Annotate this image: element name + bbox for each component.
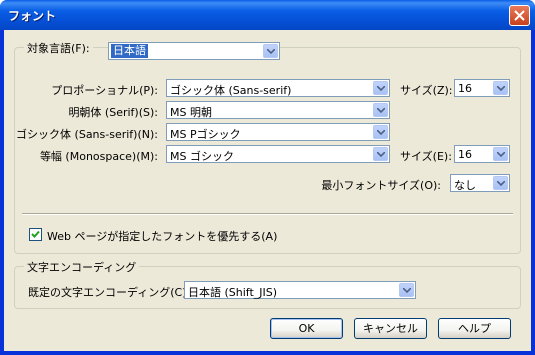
allow-page-fonts-label[interactable]: Web ページが指定したフォントを優先する(A) — [47, 228, 277, 244]
chevron-down-icon — [373, 103, 388, 117]
monospace-select-value: MS ゴシック — [170, 150, 234, 163]
window-title: フォント — [8, 9, 57, 23]
separator — [22, 213, 513, 215]
chevron-down-icon — [493, 81, 508, 95]
allow-page-fonts-checkbox[interactable] — [29, 228, 42, 241]
proportional-label: プロポーショナル(P): — [51, 84, 158, 97]
checkmark-icon — [31, 230, 40, 238]
default-encoding-label: 既定の文字エンコーディング(C): — [28, 286, 191, 299]
chevron-down-icon — [373, 147, 388, 161]
serif-select-value: MS 明朝 — [170, 106, 212, 119]
min-font-size-select[interactable]: なし — [450, 174, 510, 192]
default-encoding-select-value: 日本語 (Shift_JIS) — [188, 286, 278, 299]
ok-button[interactable]: OK — [270, 318, 343, 339]
monospace-label: 等幅 (Monospace)(M): — [39, 150, 158, 163]
title-bar[interactable]: フォント — [0, 0, 535, 30]
size-select-value: 16 — [458, 82, 472, 95]
language-select-value: 日本語 — [111, 44, 148, 58]
serif-select[interactable]: MS 明朝 — [166, 101, 390, 119]
chevron-down-icon — [373, 125, 388, 139]
font-dialog-window: フォント 対象言語(F): 日本語 プロポーショナル(P): ゴシック体 (Sa… — [0, 0, 535, 355]
size-select[interactable]: 16 — [454, 79, 510, 97]
chevron-down-icon — [399, 283, 414, 297]
sans-select-value: MS Pゴシック — [170, 128, 241, 141]
monospace-select[interactable]: MS ゴシック — [166, 145, 390, 163]
min-font-size-label: 最小フォントサイズ(O): — [321, 179, 441, 192]
close-button[interactable] — [509, 5, 530, 26]
proportional-select[interactable]: ゴシック体 (Sans-serif) — [166, 79, 390, 97]
dialog-client-area: 対象言語(F): 日本語 プロポーショナル(P): ゴシック体 (Sans-se… — [4, 30, 531, 351]
chevron-down-icon — [373, 81, 388, 95]
chevron-down-icon — [493, 176, 508, 190]
chevron-down-icon — [493, 147, 508, 161]
proportional-select-value: ゴシック体 (Sans-serif) — [170, 84, 292, 97]
mono-size-select[interactable]: 16 — [454, 145, 510, 163]
min-font-size-select-value: なし — [454, 179, 476, 192]
chevron-down-icon — [263, 44, 278, 58]
serif-label: 明朝体 (Serif)(S): — [68, 106, 158, 119]
close-icon — [514, 10, 525, 21]
language-label: 対象言語(F): — [24, 40, 93, 56]
help-button[interactable]: ヘルプ — [438, 318, 511, 339]
language-select[interactable]: 日本語 — [108, 42, 280, 60]
default-encoding-select[interactable]: 日本語 (Shift_JIS) — [184, 281, 416, 299]
encoding-group-label: 文字エンコーディング — [24, 259, 140, 275]
sans-select[interactable]: MS Pゴシック — [166, 123, 390, 141]
mono-size-select-value: 16 — [458, 148, 472, 161]
size-label: サイズ(Z): — [400, 84, 453, 97]
mono-size-label: サイズ(E): — [400, 150, 452, 163]
cancel-button[interactable]: キャンセル — [354, 318, 427, 339]
sans-label: ゴシック体 (Sans-serif)(N): — [16, 128, 158, 141]
